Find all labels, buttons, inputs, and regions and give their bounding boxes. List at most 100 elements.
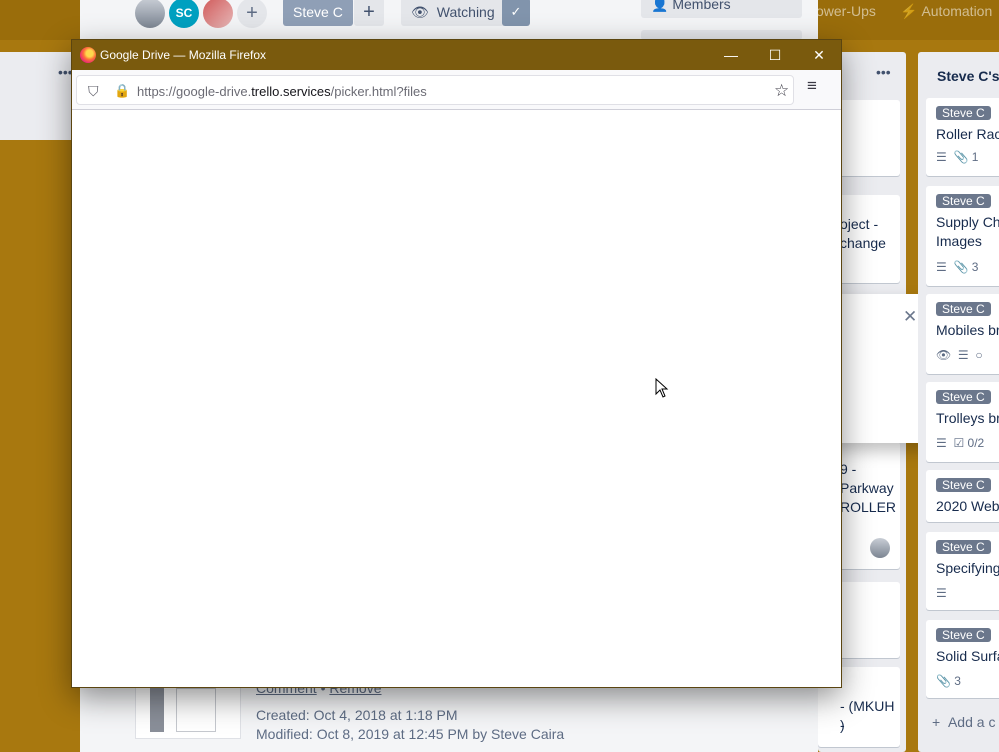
list-title[interactable]: Steve C's N bbox=[937, 68, 999, 84]
automation-label: Automation bbox=[921, 3, 993, 19]
bolt-icon: ⚡ bbox=[900, 3, 918, 19]
attachment-created: Created: Oct 4, 2018 at 1:18 PM bbox=[256, 707, 458, 723]
watch-icon: 👁 bbox=[936, 348, 952, 362]
avatar[interactable] bbox=[135, 0, 165, 28]
labels-button[interactable] bbox=[641, 30, 802, 40]
card-badges: ☰ bbox=[936, 586, 947, 600]
list-card[interactable]: Steve C Mobiles br 👁 ☰ ○ bbox=[926, 294, 999, 374]
plus-icon: + bbox=[932, 714, 941, 730]
avatar[interactable]: SC bbox=[169, 0, 199, 28]
list-card[interactable]: Steve C Supply Cha Images ☰ 📎 3 bbox=[926, 186, 999, 286]
thumbnail-drawing bbox=[176, 688, 216, 732]
attachment-count: 3 bbox=[971, 260, 979, 274]
person-icon: 👤 bbox=[651, 0, 669, 12]
card-title: Roller Rack bbox=[936, 126, 999, 142]
add-card-button[interactable]: + Add a c bbox=[932, 714, 995, 730]
description-icon: ☰ bbox=[936, 260, 947, 274]
watching-button[interactable]: 👁 Watching bbox=[401, 0, 505, 26]
url-suffix: /picker.html?files bbox=[330, 84, 427, 99]
lock-icon[interactable]: 🔒 bbox=[114, 83, 130, 99]
card-title-line: oject - bbox=[840, 216, 879, 232]
list-card[interactable]: Steve C Roller Rack ☰ 📎 1 bbox=[926, 98, 999, 176]
add-label-button[interactable]: + bbox=[354, 0, 384, 26]
card-title-line: Parkway bbox=[840, 480, 894, 496]
card-label: Steve C bbox=[936, 302, 991, 316]
bookmark-star-icon[interactable]: ☆ bbox=[774, 81, 789, 101]
card-title: Supply Cha bbox=[936, 214, 999, 230]
card-title-line: ) bbox=[840, 717, 845, 733]
eye-icon: 👁 bbox=[411, 3, 429, 20]
card-label: Steve C bbox=[936, 540, 991, 554]
attachment-modified: Modified: Oct 8, 2019 at 12:45 PM by Ste… bbox=[256, 726, 565, 742]
card-title-line: - (MKUH - bbox=[840, 698, 895, 733]
add-card-label: Add a c bbox=[947, 714, 996, 730]
checklist-count: 0/2 bbox=[967, 436, 985, 450]
list-card[interactable]: Steve C 2020 Webs bbox=[926, 470, 999, 522]
url-domain: trello.services bbox=[251, 84, 331, 99]
attachment-icon: 📎 bbox=[953, 260, 969, 274]
attachment-count: 1 bbox=[971, 150, 979, 164]
left-list: ••• bbox=[0, 52, 80, 140]
card-title: Mobiles br bbox=[936, 322, 999, 338]
card-label: Steve C bbox=[936, 628, 991, 642]
card-title: 2020 Webs bbox=[936, 498, 999, 514]
card-members: SC + bbox=[135, 0, 267, 28]
add-member-button[interactable]: + bbox=[237, 0, 267, 28]
description-icon: ☰ bbox=[936, 586, 947, 600]
right-list: Steve C's N Steve C Roller Rack ☰ 📎 1 St… bbox=[918, 52, 999, 752]
firefox-logo-icon bbox=[80, 47, 96, 63]
powerups-label: ower-Ups bbox=[816, 3, 876, 19]
card-badges: ☰ 📎 1 bbox=[936, 150, 978, 164]
close-icon[interactable]: ✕ bbox=[903, 307, 917, 327]
avatar[interactable] bbox=[203, 0, 233, 28]
comment-icon: ○ bbox=[975, 348, 983, 362]
attachment-thumbnail[interactable] bbox=[135, 681, 241, 739]
checklist-icon: ☑ bbox=[953, 436, 965, 450]
mouse-cursor-icon bbox=[655, 378, 669, 398]
automation-link[interactable]: ⚡ Automation bbox=[900, 3, 992, 20]
minimize-button[interactable]: — bbox=[709, 40, 753, 70]
maximize-button[interactable]: ☐ bbox=[753, 40, 797, 70]
close-button[interactable]: ✕ bbox=[797, 40, 841, 70]
card-title-line: 9 - bbox=[840, 461, 857, 477]
powerups-link[interactable]: ower-Ups bbox=[816, 3, 876, 19]
card-badges: ☰ ☑ 0/2 bbox=[936, 436, 984, 450]
card-label: Steve C bbox=[936, 194, 991, 208]
url-toolbar: ⛉ 🔒 https://google-drive.trello.services… bbox=[72, 70, 841, 110]
shield-icon[interactable]: ⛉ bbox=[88, 83, 99, 100]
card-title: Solid Surfa bbox=[936, 648, 999, 664]
list-card[interactable]: Steve C Specifying ☰ bbox=[926, 532, 999, 610]
description-icon: ☰ bbox=[936, 436, 947, 450]
card-label: Steve C bbox=[936, 478, 991, 492]
hamburger-menu-icon[interactable]: ≡ bbox=[807, 76, 817, 96]
description-icon: ☰ bbox=[936, 150, 947, 164]
members-button[interactable]: 👤 Members bbox=[641, 0, 802, 18]
card-label: Steve C bbox=[936, 106, 991, 120]
url-prefix: https://google-drive. bbox=[137, 84, 252, 99]
watching-label: Watching bbox=[436, 4, 495, 20]
attachment-count: 3 bbox=[954, 674, 961, 688]
card-title: Images bbox=[936, 233, 982, 249]
watching-check-icon[interactable]: ✓ bbox=[502, 0, 530, 26]
card-title-line: change bbox=[840, 235, 886, 251]
address-bar[interactable]: ⛉ 🔒 https://google-drive.trello.services… bbox=[76, 75, 794, 105]
attachment-icon: 📎 bbox=[936, 674, 951, 688]
list-card[interactable]: Steve C Solid Surfa 📎 3 bbox=[926, 620, 999, 698]
card-badges: 📎 3 bbox=[936, 674, 961, 688]
firefox-popup-window: Google Drive — Mozilla Firefox — ☐ ✕ ⛉ 🔒… bbox=[72, 40, 841, 687]
list-card[interactable]: Steve C Trolleys bro ☰ ☑ 0/2 bbox=[926, 382, 999, 462]
card-title: Trolleys bro bbox=[936, 410, 999, 426]
list-menu-icon[interactable]: ••• bbox=[58, 64, 73, 80]
url-text: https://google-drive.trello.services/pic… bbox=[137, 84, 427, 99]
card-badges: 👁 ☰ ○ bbox=[936, 348, 983, 362]
card-title: Specifying bbox=[936, 560, 999, 576]
card-label: Steve C bbox=[936, 390, 991, 404]
list-menu-icon[interactable]: ••• bbox=[876, 64, 891, 80]
card-label-pill[interactable]: Steve C bbox=[283, 0, 353, 26]
window-titlebar[interactable]: Google Drive — Mozilla Firefox — ☐ ✕ bbox=[72, 40, 841, 70]
thumbnail-drawing bbox=[150, 688, 164, 732]
description-icon: ☰ bbox=[957, 348, 969, 362]
avatar[interactable] bbox=[870, 538, 890, 558]
card-badges: ☰ 📎 3 bbox=[936, 260, 978, 274]
attachment-icon: 📎 bbox=[953, 150, 969, 164]
